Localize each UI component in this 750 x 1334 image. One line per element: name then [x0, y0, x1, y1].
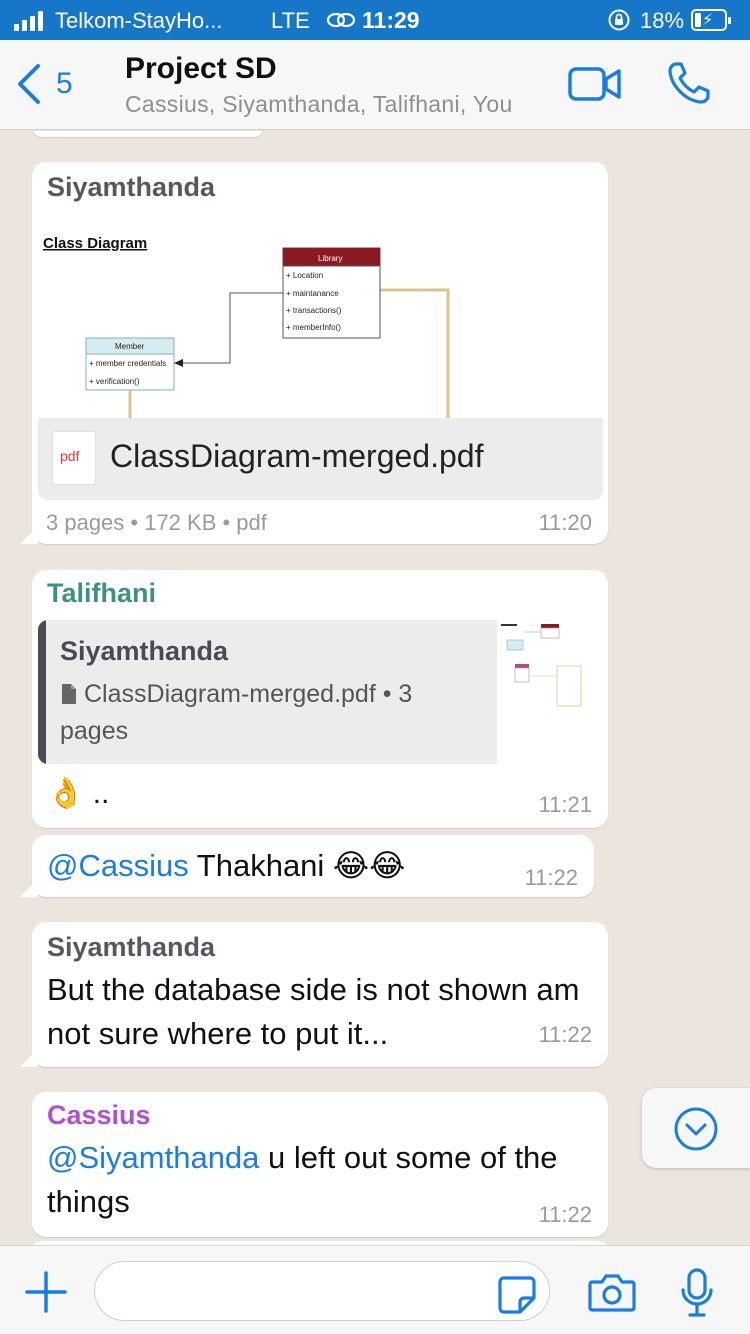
- message-composer: [0, 1245, 750, 1334]
- message-time: 11:22: [538, 1022, 592, 1047]
- back-button[interactable]: 5: [14, 62, 73, 106]
- document-name: ClassDiagram-merged.pdf: [110, 438, 484, 474]
- quoted-document-thumbnail: [497, 620, 603, 764]
- library-attr: + maintanance: [286, 289, 339, 298]
- sender-name: Siyamthanda: [47, 172, 216, 202]
- carrier-info: Telkom-StayHo...: [14, 8, 223, 34]
- attach-plus-icon[interactable]: [24, 1270, 68, 1314]
- network-type: LTE: [271, 8, 310, 33]
- sender-name: Talifhani: [47, 578, 157, 608]
- message-text: @Siyamthanda u left out some of the thin…: [47, 1140, 558, 1219]
- phone-call-icon[interactable]: [666, 60, 712, 106]
- pdf-file-icon: pdf: [52, 431, 96, 485]
- mention-link[interactable]: @Siyamthanda: [47, 1140, 259, 1175]
- document-icon: [62, 684, 76, 704]
- member-method: + verification(): [89, 377, 140, 386]
- message-bubble[interactable]: Talifhani Siyamthanda ClassDiagram-merge…: [32, 570, 608, 828]
- chevron-left-icon: [18, 64, 40, 104]
- quoted-message[interactable]: Siyamthanda ClassDiagram-merged.pdf • 3 …: [38, 620, 603, 764]
- status-time: 11:29: [362, 7, 420, 33]
- class-diagram-thumbnail: Class Diagram Library + Location + maint…: [43, 235, 450, 418]
- message-bubble[interactable]: @Cassius Thakhani 😂😂 11:22: [20, 835, 594, 897]
- message-input[interactable]: [94, 1261, 550, 1321]
- status-bar: Telkom-StayHo... LTE 11:29 18% ⚡: [0, 0, 750, 40]
- quoted-sender: Siyamthanda: [60, 636, 229, 666]
- message-time: 11:22: [524, 865, 578, 890]
- chat-header: 5 Project SD Cassius, Siyamthanda, Talif…: [0, 40, 750, 130]
- group-title[interactable]: Project SD: [125, 52, 277, 86]
- video-call-icon[interactable]: [568, 64, 622, 104]
- sender-name: Siyamthanda: [47, 932, 216, 962]
- previous-message-edge: [32, 131, 264, 137]
- message-bubble[interactable]: Siyamthanda But the database side is not…: [20, 922, 608, 1067]
- message-list[interactable]: Siyamthanda Class Diagram Library + Loca…: [0, 131, 750, 1245]
- sticker-icon[interactable]: [498, 1276, 536, 1314]
- battery-icon: ⚡: [691, 9, 731, 31]
- member-attr: + member credentials: [89, 359, 166, 368]
- unread-count: 5: [56, 67, 73, 100]
- document-preview[interactable]: Class Diagram Library + Location + maint…: [38, 218, 603, 418]
- microphone-icon[interactable]: [680, 1268, 714, 1318]
- diagram-heading: Class Diagram: [43, 235, 147, 252]
- quote-accent-bar: [38, 620, 46, 764]
- library-attr: + Location: [286, 271, 323, 280]
- message-text: 👌 ..: [47, 777, 110, 810]
- carrier-name: Telkom-StayHo...: [55, 8, 223, 33]
- camera-icon[interactable]: [588, 1272, 636, 1312]
- battery-percent: 18%: [640, 8, 685, 33]
- mention-link[interactable]: @Cassius: [47, 848, 189, 883]
- document-attachment[interactable]: pdf ClassDiagram-merged.pdf: [38, 418, 603, 500]
- library-method: + transactions(): [286, 306, 342, 315]
- message-text: @Cassius Thakhani 😂😂: [47, 848, 406, 883]
- quoted-text: ClassDiagram-merged.pdf • 3 pages: [60, 680, 413, 745]
- message-time: 11:20: [538, 510, 592, 535]
- document-meta: 3 pages • 172 KB • pdf: [46, 510, 267, 535]
- signal-icon: [14, 11, 43, 31]
- message-time: 11:22: [538, 1202, 592, 1227]
- message-bubble[interactable]: Siyamthanda Class Diagram Library + Loca…: [20, 162, 608, 544]
- chevron-down-circle-icon: [674, 1107, 718, 1151]
- hotspot-link-icon: [326, 12, 356, 28]
- message-bubble[interactable]: Cassius @Siyamthanda u left out some of …: [32, 1092, 608, 1237]
- library-class-title: Library: [318, 254, 342, 263]
- member-class-title: Member: [115, 342, 145, 351]
- orientation-lock-icon: [608, 9, 630, 31]
- group-members[interactable]: Cassius, Siyamthanda, Talifhani, You: [125, 91, 513, 118]
- message-text: But the database side is not shown am no…: [47, 972, 580, 1051]
- sender-name: Cassius: [47, 1100, 151, 1130]
- scroll-to-bottom-button[interactable]: [642, 1088, 750, 1168]
- message-time: 11:21: [538, 792, 592, 817]
- library-method: + memberInfo(): [286, 323, 341, 332]
